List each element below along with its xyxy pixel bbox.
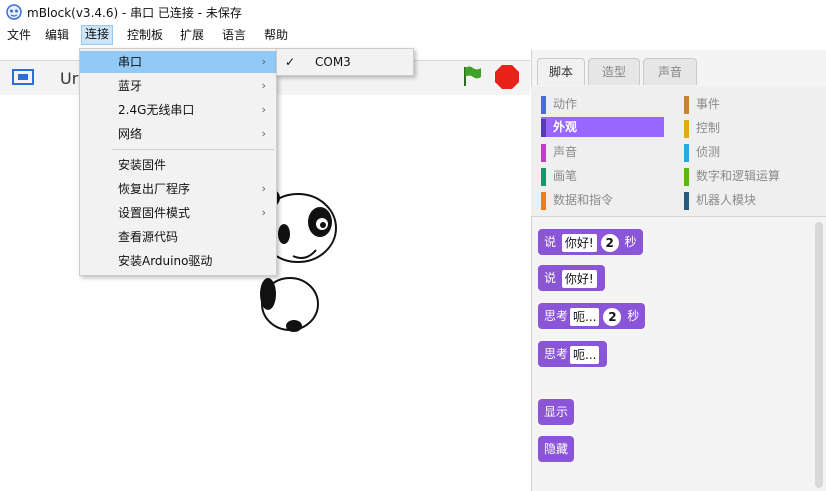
category-control-label: 控制 [696, 121, 721, 135]
menu-item-24g-serial[interactable]: 2.4G无线串口 › [80, 99, 276, 121]
block-verb: 说 [544, 235, 557, 249]
menu-item-serial-port[interactable]: 串口 › [80, 51, 276, 73]
block-unit: 秒 [624, 235, 637, 249]
menu-help[interactable]: 帮助 [261, 26, 291, 44]
category-operators[interactable]: 数字和逻辑运算 [684, 166, 826, 186]
category-data-color [541, 192, 546, 210]
category-looks[interactable]: 外观 [541, 117, 664, 137]
menu-connect[interactable]: 连接 [81, 25, 114, 45]
menu-item-view-source[interactable]: 查看源代码 [80, 226, 276, 248]
checkmark-icon: ✓ [285, 55, 296, 69]
block-say[interactable]: 说 你好! [538, 265, 605, 291]
category-looks-color [541, 119, 546, 137]
tab-costumes[interactable]: 造型 [588, 58, 640, 85]
fullscreen-stage-icon[interactable] [12, 69, 34, 85]
menu-item-restore-default[interactable]: 恢复出厂程序 › [80, 178, 276, 200]
category-pen-label: 画笔 [553, 169, 578, 183]
submenu-arrow-icon: › [261, 79, 266, 92]
category-sensing-color [684, 144, 689, 162]
menu-item-label: 安装Arduino驱动 [118, 254, 213, 268]
tab-sounds[interactable]: 声音 [643, 58, 697, 85]
category-motion[interactable]: 动作 [541, 94, 673, 114]
submenu-arrow-icon: › [261, 127, 266, 140]
submenu-arrow-icon: › [261, 206, 266, 219]
menu-edit[interactable]: 编辑 [42, 26, 72, 44]
block-text-field[interactable]: 你好! [561, 233, 597, 252]
category-motion-color [541, 96, 546, 114]
category-robots[interactable]: 机器人模块 [684, 190, 816, 210]
window-title: mBlock(v3.4.6) - 串口 已连接 - 未保存 [27, 6, 242, 20]
menu-item-install-arduino-driver[interactable]: 安装Arduino驱动 [80, 250, 276, 272]
category-control-color [684, 120, 689, 138]
menu-item-label: 查看源代码 [118, 230, 179, 244]
block-number-field[interactable]: 2 [603, 307, 622, 326]
sprite-name: Ur [60, 69, 79, 88]
serial-port-submenu: ✓ COM3 [276, 48, 414, 76]
stop-sign-icon[interactable] [494, 64, 520, 90]
mblock-logo-icon [6, 4, 22, 20]
menu-item-install-firmware[interactable]: 安装固件 [80, 154, 276, 176]
submenu-arrow-icon: › [261, 103, 266, 116]
palette-scrollbar[interactable] [815, 222, 823, 488]
menu-separator [112, 149, 274, 150]
category-robots-color [684, 192, 689, 210]
category-control[interactable]: 控制 [684, 118, 816, 138]
submenu-arrow-icon: › [261, 182, 266, 195]
block-think-for-secs[interactable]: 思考 呃... 2 秒 [538, 303, 646, 329]
category-events-color [684, 96, 689, 114]
connect-menu: 串口 › 蓝牙 › 2.4G无线串口 › 网络 › 安装固件 恢复出厂程序 › 设置固件模… [79, 48, 277, 276]
menu-item-label: 串口 [118, 55, 143, 69]
block-say-for-secs[interactable]: 说 你好! 2 秒 [538, 229, 643, 255]
menu-item-com3[interactable]: ✓ COM3 [277, 51, 413, 73]
menu-item-firmware-mode[interactable]: 设置固件模式 › [80, 202, 276, 224]
block-text-field[interactable]: 呃... [570, 307, 600, 326]
block-verb: 说 [544, 271, 557, 285]
menu-item-label: 安装固件 [118, 158, 167, 172]
category-operators-label: 数字和逻辑运算 [696, 169, 781, 183]
block-label: 显示 [544, 405, 569, 419]
category-pen[interactable]: 画笔 [541, 166, 673, 186]
block-number-field[interactable]: 2 [600, 233, 619, 252]
block-hide[interactable]: 隐藏 [538, 436, 575, 462]
category-events-label: 事件 [696, 97, 721, 111]
menu-item-label: 恢复出厂程序 [118, 182, 191, 196]
block-label: 隐藏 [544, 442, 569, 456]
category-sound[interactable]: 声音 [541, 142, 673, 162]
category-data[interactable]: 数据和指令 [541, 190, 673, 210]
submenu-arrow-icon: › [261, 55, 266, 68]
category-sound-color [541, 144, 546, 162]
category-sensing-label: 侦测 [696, 145, 721, 159]
menu-board[interactable]: 控制板 [124, 26, 166, 44]
menu-item-network[interactable]: 网络 › [80, 123, 276, 145]
block-verb: 思考 [544, 347, 569, 361]
block-think[interactable]: 思考 呃... [538, 341, 608, 367]
menu-item-label: 2.4G无线串口 [118, 103, 195, 117]
category-sound-label: 声音 [553, 145, 578, 159]
menu-extensions[interactable]: 扩展 [177, 26, 207, 44]
menu-item-label: 设置固件模式 [118, 206, 191, 220]
category-motion-label: 动作 [553, 97, 578, 111]
category-pen-color [541, 168, 546, 186]
menu-item-label: 网络 [118, 127, 143, 141]
block-verb: 思考 [544, 309, 569, 323]
title-bar: mBlock(v3.4.6) - 串口 已连接 - 未保存 [0, 0, 826, 24]
category-robots-label: 机器人模块 [696, 193, 757, 207]
category-data-label: 数据和指令 [553, 193, 614, 207]
category-events[interactable]: 事件 [684, 94, 816, 114]
block-text-field[interactable]: 呃... [570, 345, 600, 364]
menu-language[interactable]: 语言 [219, 26, 249, 44]
menu-file[interactable]: 文件 [4, 26, 34, 44]
category-looks-label: 外观 [553, 120, 578, 134]
block-show[interactable]: 显示 [538, 399, 575, 425]
menu-item-bluetooth[interactable]: 蓝牙 › [80, 75, 276, 97]
menu-item-label: COM3 [315, 55, 351, 69]
block-text-field[interactable]: 你好! [561, 269, 597, 288]
menu-item-label: 蓝牙 [118, 79, 143, 93]
green-flag-icon[interactable] [460, 64, 484, 88]
menu-bar: 文件 编辑 连接 控制板 扩展 语言 帮助 [0, 24, 826, 46]
category-operators-color [684, 168, 689, 186]
tab-scripts[interactable]: 脚本 [537, 58, 585, 85]
block-unit: 秒 [627, 309, 640, 323]
category-sensing[interactable]: 侦测 [684, 142, 816, 162]
